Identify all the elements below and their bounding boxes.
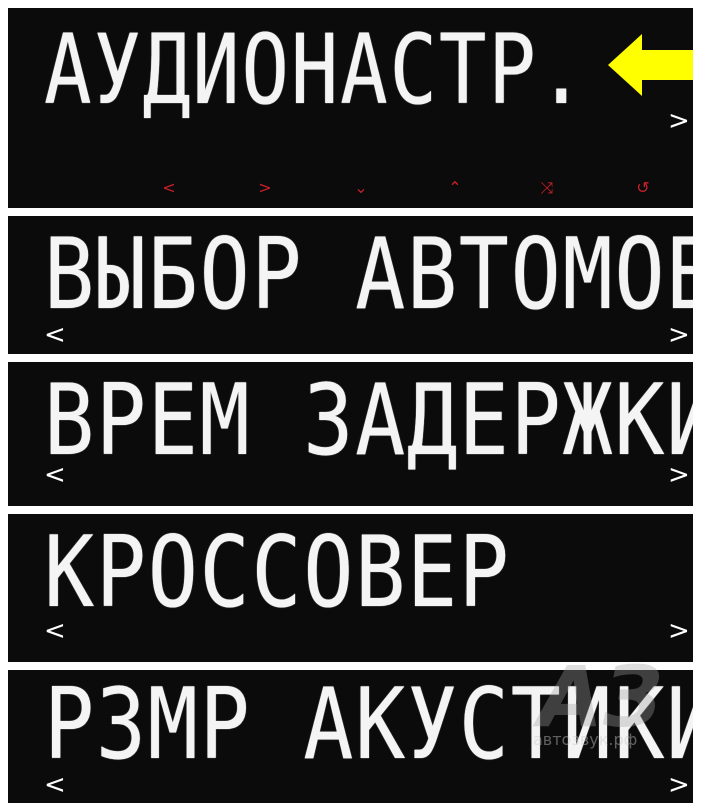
segment-display-text: ВРЕМ ЗАДЕРЖКИ: [44, 364, 693, 478]
up-control-icon[interactable]: ⌃: [442, 176, 468, 200]
shuffle-control-icon[interactable]: ⤨: [534, 176, 560, 200]
nav-left-icon[interactable]: <: [44, 462, 66, 488]
nav-right-icon[interactable]: >: [668, 772, 690, 798]
nav-left-icon[interactable]: <: [44, 618, 66, 644]
watermark-site-text: автозвук.рф: [533, 730, 638, 749]
nav-right-icon[interactable]: >: [668, 322, 690, 348]
display-screen-car-select: ВЫБОР АВТОМОБ < >: [8, 216, 693, 354]
segment-display-text: РЗМР АКУСТИКИ: [44, 670, 693, 782]
nav-right-icon[interactable]: >: [668, 108, 690, 134]
segment-display-text: АУДИОНАСТР.: [44, 14, 587, 127]
next-control-icon[interactable]: >: [252, 176, 278, 200]
display-screen-crossover: КРОССОВЕР < >: [8, 514, 693, 662]
nav-left-icon[interactable]: <: [44, 322, 66, 348]
down-control-icon[interactable]: ⌄: [348, 176, 374, 200]
segment-display-text: ВЫБОР АВТОМОБ: [44, 218, 693, 332]
display-screen-audio-settings: АУДИОНАСТР. > < > ⌄ ⌃ ⤨ ↺: [8, 8, 693, 208]
segment-display-text: КРОССОВЕР: [44, 516, 511, 630]
nav-right-icon[interactable]: >: [668, 462, 690, 488]
nav-left-icon[interactable]: <: [44, 772, 66, 798]
repeat-control-icon[interactable]: ↺: [630, 176, 656, 200]
prev-control-icon[interactable]: <: [156, 176, 182, 200]
control-bar: < > ⌄ ⌃ ⤨ ↺: [8, 176, 693, 200]
nav-right-icon[interactable]: >: [668, 618, 690, 644]
display-screen-delay-time: ВРЕМ ЗАДЕРЖКИ < >: [8, 362, 693, 506]
pointer-arrow-icon: [608, 34, 693, 100]
